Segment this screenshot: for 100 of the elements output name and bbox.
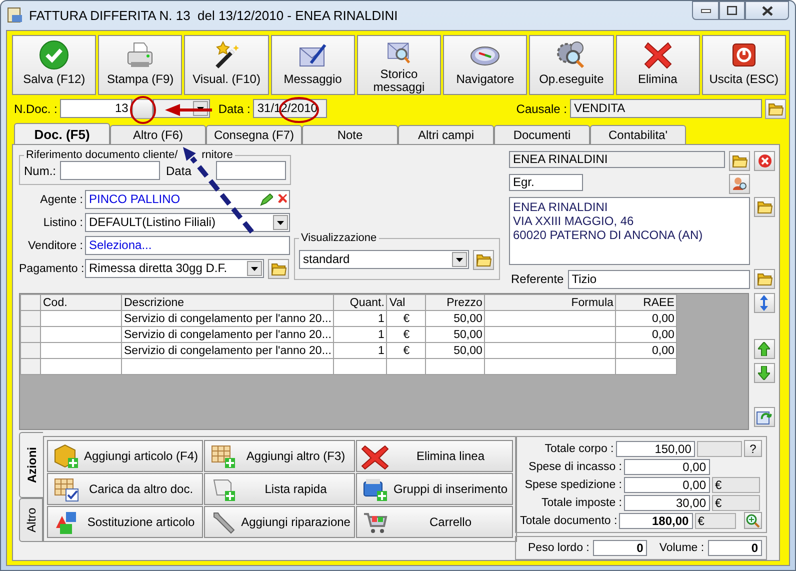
folder-icon <box>768 102 784 116</box>
causale-field[interactable]: VENDITA <box>570 99 762 118</box>
toolbar-button[interactable]: Messaggio <box>270 35 355 95</box>
remove-button[interactable] <box>754 151 775 171</box>
folder-button[interactable] <box>268 258 289 278</box>
field-label: Causale : <box>516 102 567 116</box>
close-button[interactable] <box>745 1 789 20</box>
folder-button[interactable] <box>473 250 494 270</box>
action-button[interactable]: Aggiungi altro (F3) <box>204 440 356 472</box>
column-header[interactable]: Descrizione <box>122 294 334 310</box>
folder-button[interactable] <box>729 151 750 171</box>
gears-magnifier-icon <box>557 42 584 68</box>
action-button[interactable]: Gruppi di inserimento <box>356 473 513 505</box>
tab[interactable]: Documenti <box>494 125 590 144</box>
table-cell: 0,00 <box>616 310 677 326</box>
tab[interactable]: Doc. (F5) <box>14 123 110 144</box>
toolbar-button[interactable]: Visual. (F10) <box>184 35 269 95</box>
table-cell: Servizio di congelamento per l'anno 20... <box>122 310 334 326</box>
field-label: Peso lordo : <box>528 542 590 554</box>
group-title: Visualizzazione <box>300 232 378 244</box>
delete-icon <box>644 42 672 69</box>
folder-button[interactable] <box>754 269 775 289</box>
move-up-button[interactable] <box>754 339 774 359</box>
column-header[interactable]: Prezzo <box>426 294 485 310</box>
zoom-in-icon <box>746 514 760 528</box>
weight-value: 0 <box>708 540 762 556</box>
table-cell: 1 <box>334 310 387 326</box>
view-dropdown[interactable]: standard <box>299 250 469 269</box>
tab[interactable]: Altro <box>19 498 43 542</box>
close-icon <box>762 6 772 16</box>
price-list-dropdown[interactable]: DEFAULT(Listino Filiali) <box>85 213 290 232</box>
action-button[interactable]: Carica da altro doc. <box>47 473 204 505</box>
maximize-button[interactable] <box>719 1 745 20</box>
toolbar-button[interactable]: Navigatore <box>443 35 528 95</box>
zoom-button[interactable] <box>744 512 762 529</box>
help-button[interactable]: ? <box>744 440 762 457</box>
move-down-button[interactable] <box>754 363 774 383</box>
currency-field: € <box>712 476 760 492</box>
date-field[interactable] <box>216 161 286 180</box>
folder-icon <box>270 262 286 276</box>
table-cell: Servizio di congelamento per l'anno 20... <box>122 342 334 358</box>
customer-name-field[interactable]: ENEA RINALDINI <box>509 151 725 168</box>
column-header[interactable]: Cod. <box>40 294 122 310</box>
contact-person-field[interactable]: Tizio <box>568 270 750 288</box>
total-value: 30,00 <box>624 494 710 510</box>
column-header[interactable]: RAEE <box>616 294 677 310</box>
tab[interactable]: Azioni <box>19 432 43 498</box>
tab[interactable]: Altro (F6) <box>110 125 206 144</box>
envelope-magnifier-icon <box>388 42 410 64</box>
refresh-button[interactable] <box>754 407 774 427</box>
number-field[interactable] <box>60 161 160 180</box>
tab[interactable]: Consegna (F7) <box>206 125 302 144</box>
address-box[interactable]: ENEA RINALDINI VIA XXIII MAGGIO, 46 60020 PATERNO DI ANCONA (AN) <box>509 197 750 265</box>
field-label: Data : <box>218 102 250 116</box>
toolbar-button[interactable]: Stampa (F9) <box>98 35 182 95</box>
minimize-button[interactable] <box>692 1 719 20</box>
sort-button[interactable] <box>754 293 774 313</box>
up-down-arrow-icon <box>760 295 768 311</box>
delete-icon <box>362 445 390 470</box>
dropdown-arrow-icon <box>251 266 258 270</box>
total-value: 180,00 <box>619 512 693 528</box>
toolbar-button[interactable]: Op.eseguite <box>529 35 614 95</box>
total-value: 0,00 <box>624 458 710 474</box>
table-cell: 50,00 <box>426 310 485 326</box>
search-contact-button[interactable] <box>729 174 750 194</box>
toolbar-button[interactable]: Elimina <box>616 35 700 95</box>
total-label: Spese spedizione : <box>524 478 622 490</box>
doc-number-field[interactable]: 13 <box>60 99 132 118</box>
action-button[interactable]: Elimina linea <box>356 440 513 472</box>
action-button[interactable]: Aggiungi articolo (F4) <box>47 440 204 472</box>
field-label: Pagamento : <box>19 262 83 274</box>
folder-icon <box>732 154 748 168</box>
column-header[interactable]: Val <box>386 294 426 310</box>
wrench-icon <box>214 512 235 534</box>
tab[interactable]: Note <box>302 125 398 144</box>
action-button[interactable]: Sostituzione articolo <box>47 506 204 538</box>
tab[interactable]: Contabilita' <box>590 125 686 144</box>
action-button[interactable]: Aggiungi riparazione <box>204 506 356 538</box>
field-label: Data <box>166 164 192 178</box>
action-button[interactable]: Lista rapida <box>204 473 356 505</box>
payment-dropdown[interactable]: Rimessa diretta 30gg D.F. <box>85 259 264 278</box>
field-label: Referente <box>511 272 564 286</box>
table-cell: € <box>386 342 426 358</box>
small-button[interactable] <box>132 98 154 118</box>
dropdown-arrow-icon <box>456 258 463 262</box>
power-icon <box>732 44 756 66</box>
column-header[interactable]: Formula <box>484 294 616 310</box>
tab[interactable]: Altri campi <box>398 125 494 144</box>
action-button[interactable]: Carrello <box>356 506 513 538</box>
folder-button[interactable] <box>754 197 775 217</box>
toolbar-button[interactable]: Salva (F12) <box>12 35 96 95</box>
toolbar-button[interactable]: Uscita (ESC) <box>702 35 786 95</box>
salutation-field[interactable]: Egr. <box>509 174 583 191</box>
seller-field[interactable]: Seleziona... <box>85 236 290 255</box>
highlight-circle <box>130 96 156 124</box>
column-header[interactable]: Quant. <box>334 294 387 310</box>
total-value: 0,00 <box>624 476 710 492</box>
folder-button[interactable] <box>765 98 786 118</box>
agent-field[interactable]: PINCO PALLINO <box>85 190 290 209</box>
toolbar-button[interactable]: Storico messaggi <box>356 35 442 95</box>
